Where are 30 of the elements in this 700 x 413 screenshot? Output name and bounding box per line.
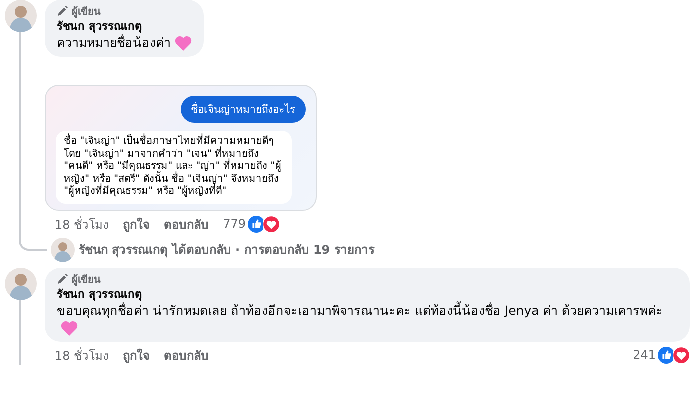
avatar[interactable] xyxy=(5,268,37,300)
like-link[interactable]: ถูกใจ xyxy=(123,214,150,234)
like-reaction-icon xyxy=(248,216,265,233)
comment-text: ขอบคุณทุกชื่อค่า น่ารักหมดเลย ถ้าท้องอีกจะเอามาพิจารณานะคะ แต่ท้องนี้น้องชื่อ Jenya ค่า ด้วยความเคารพค่ะ xyxy=(57,302,678,336)
thread-line xyxy=(19,300,21,365)
reply-link[interactable]: ตอบกลับ xyxy=(164,346,210,365)
replies-summary-link[interactable]: รัชนก สุวรรณเกตุ ได้ตอบกลับ · การตอบกลับ 19 รายการ xyxy=(79,240,374,260)
love-reaction-icon xyxy=(673,346,690,364)
comment-time[interactable]: 18 ชั่วโมง xyxy=(55,214,110,234)
reaction-count[interactable]: 779 xyxy=(223,217,246,232)
pen-icon xyxy=(57,274,68,285)
love-reaction-icon xyxy=(263,216,280,233)
reaction-count[interactable]: 241 xyxy=(633,348,656,362)
heart-icon xyxy=(61,320,78,336)
author-label: ผู้เขียน xyxy=(72,5,101,19)
reply-link[interactable]: ตอบกลับ xyxy=(164,214,210,234)
comment-text: ความหมายชื่อน้องค่า xyxy=(57,34,192,52)
author-name[interactable]: รัชนก สุวรรณเกตุ xyxy=(57,19,192,34)
avatar[interactable] xyxy=(5,0,37,32)
like-link[interactable]: ถูกใจ xyxy=(123,346,150,365)
author-name[interactable]: รัชนก สุวรรณเกตุ xyxy=(57,286,678,302)
answer-message: ชื่อ "เจินญ่า" เป็นชื่อภาษาไทยที่มีความหมายดีๆ โดย "เจินญ่า" มาจากคำว่า "เจน" ที่หมายถึง "คนดี" หรือ "มีคุณธรรม" และ "ญ่า" ที่หมายถึง "ผู้หญิง" หรือ "สตรี" ดังนั้น ชื่อ "เจินญ่า" จึงหมายถึง "ผู้หญิงที่มีคุณธรรม" หรือ "ผู้หญิงที่ดี" xyxy=(56,131,292,204)
author-label: ผู้เขียน xyxy=(72,273,101,287)
like-reaction-icon xyxy=(658,346,675,364)
avatar[interactable] xyxy=(51,238,75,262)
attached-screenshot[interactable] xyxy=(45,85,317,211)
comment-time[interactable]: 18 ชั่วโมง xyxy=(55,346,110,365)
heart-icon xyxy=(175,36,192,52)
pen-icon xyxy=(57,6,68,17)
question-message: ชื่อเจินญ่าหมายถึงอะไร xyxy=(181,96,306,124)
